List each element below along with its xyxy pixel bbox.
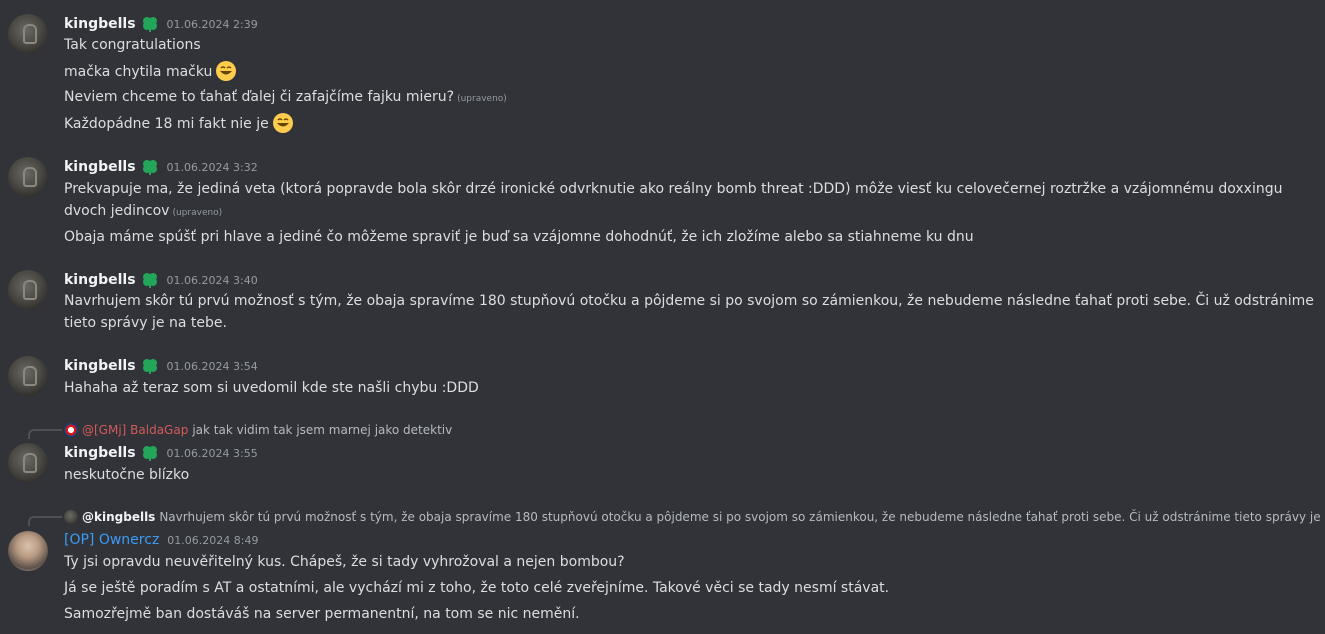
message-text: Hahaha až teraz som si uvedomil kde ste … xyxy=(64,380,479,396)
message-text: Navrhujem skôr tú prvú možnosť s tým, že… xyxy=(64,293,1314,331)
message-header: kingbells 01.06.2024 3:54 xyxy=(64,356,258,376)
message-header: kingbells 01.06.2024 3:32 xyxy=(64,157,258,177)
message-text: Každopádne 18 mi fakt nie je xyxy=(64,112,1304,135)
message-text: Tak congratulations xyxy=(64,37,201,53)
message-text: Já se ještě poradím s AT a ostatními, al… xyxy=(64,580,890,596)
message-header: [OP] Ownercz 01.06.2024 8:49 xyxy=(64,530,258,550)
message-header: kingbells 01.06.2024 2:39 xyxy=(64,14,258,34)
clover-icon xyxy=(142,359,157,374)
username[interactable]: kingbells xyxy=(64,159,136,175)
reply-text: jak tak vidim tak jsem marnej jako detek… xyxy=(192,423,453,437)
user-avatar[interactable] xyxy=(8,531,48,571)
message-text: Obaja máme spúšť pri hlave a jediné čo m… xyxy=(64,229,974,245)
reply-preview[interactable]: @[GMj] BaldaGap jak tak vidim tak jsem m… xyxy=(64,421,452,439)
user-avatar[interactable] xyxy=(8,270,48,310)
grinning-face-icon[interactable] xyxy=(272,112,294,134)
message-text: mačka chytila mačku xyxy=(64,60,1304,83)
user-avatar[interactable] xyxy=(8,443,48,483)
timestamp[interactable]: 01.06.2024 3:54 xyxy=(167,360,258,373)
message-text: Ty jsi opravdu neuvěřitelný kus. Chápeš,… xyxy=(64,554,625,570)
clover-icon xyxy=(142,17,157,32)
username[interactable]: kingbells xyxy=(64,445,136,461)
reply-spine xyxy=(28,516,62,526)
user-avatar[interactable] xyxy=(8,157,48,197)
clover-icon xyxy=(142,160,157,175)
reply-spine xyxy=(28,429,62,439)
user-avatar[interactable] xyxy=(8,14,48,54)
message-text: Samozřejmě ban dostáváš na server perman… xyxy=(64,606,580,622)
reply-avatar xyxy=(64,510,78,524)
message-header: kingbells 01.06.2024 3:40 xyxy=(64,270,258,290)
user-avatar[interactable] xyxy=(8,356,48,396)
edited-tag: (upraveno) xyxy=(457,94,507,104)
message-text: Neviem chceme to ťahať ďalej či zafajčím… xyxy=(64,89,507,105)
clover-icon xyxy=(142,446,157,461)
clover-icon xyxy=(142,273,157,288)
timestamp[interactable]: 01.06.2024 2:39 xyxy=(167,18,258,31)
reply-text: Navrhujem skôr tú prvú možnosť s tým, že… xyxy=(159,510,1325,524)
reply-preview[interactable]: @kingbells Navrhujem skôr tú prvú možnos… xyxy=(64,508,1325,526)
edited-tag: (upraveno) xyxy=(172,208,223,218)
reply-mention[interactable]: @kingbells xyxy=(82,510,155,524)
message-text: Prekvapuje ma, že jediná veta (ktorá pop… xyxy=(64,181,1283,219)
timestamp[interactable]: 01.06.2024 3:32 xyxy=(167,161,258,174)
username[interactable]: kingbells xyxy=(64,16,136,32)
timestamp[interactable]: 01.06.2024 3:55 xyxy=(167,447,258,460)
grinning-face-icon[interactable] xyxy=(215,60,237,82)
username[interactable]: kingbells xyxy=(64,272,136,288)
username[interactable]: [OP] Ownercz xyxy=(64,532,159,548)
timestamp[interactable]: 01.06.2024 3:40 xyxy=(167,274,258,287)
message-header: kingbells 01.06.2024 3:55 xyxy=(64,443,258,463)
reply-avatar xyxy=(64,423,78,437)
message-text: neskutočne blízko xyxy=(64,467,190,483)
timestamp[interactable]: 01.06.2024 8:49 xyxy=(167,534,258,547)
username[interactable]: kingbells xyxy=(64,358,136,374)
reply-mention[interactable]: @[GMj] BaldaGap xyxy=(82,423,188,437)
